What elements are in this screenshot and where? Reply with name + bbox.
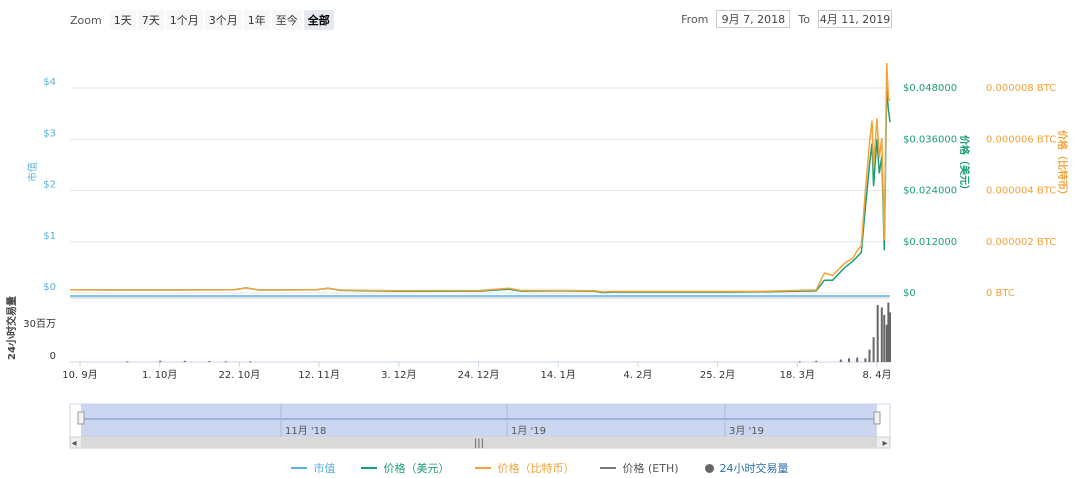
x-tick-label: 14. 1月 [540,369,575,381]
legend-swatch-price-usd [361,467,378,469]
y-tick-price-btc: 0 BTC [986,288,1015,299]
x-tick-label: 25. 2月 [700,369,735,381]
y-tick-price-usd: $0.036000 [903,134,957,145]
x-tick-label: 18. 3月 [780,369,815,381]
legend-swatch-market-cap [291,467,308,469]
legend-item-price-usd[interactable]: 价格（美元） [361,460,449,476]
y-tick-price-btc: 0.000006 BTC [986,134,1056,145]
volume-bar [848,358,850,362]
scrollbar-right-arrow-icon: ▸ [882,438,887,449]
series-layer [69,62,891,363]
y-tick-price-btc: 0.000004 BTC [986,186,1056,197]
x-tick-label: 3. 12月 [381,369,416,381]
y-tick-price-btc: 0.000002 BTC [986,237,1056,248]
navigator-handle [873,411,881,425]
y-tick-market-cap: $3 [43,128,56,139]
volume-bar [249,361,252,363]
y-axes: $0 $1 $2 $3 $4 $0 $0.012000 $0.024000 $0.036000 $… [23,77,1056,362]
x-tick-label: 10. 9月 [62,369,97,381]
navigator-handle [77,411,85,425]
volume-bar [880,307,883,362]
volume-bar [224,361,227,363]
volume-bar [889,312,891,362]
x-axis: 10. 9月 1. 10月 22. 10月 12. 11月 3. 12月 24. 12月 1… [62,362,892,381]
x-tick-label: 8. 4月 [862,369,891,381]
volume-bar [183,360,186,362]
volume-bar [868,349,871,362]
y-tick-volume: 0 [50,351,56,362]
y-axis-title-volume: 24小时交易量 [5,296,18,360]
legend-label-price-eth: 价格 (ETH) [622,462,679,475]
volume-bar [798,361,801,363]
volume-bar [883,314,886,362]
scrollbar-left-arrow-icon: ◂ [71,438,76,449]
legend-label-price-usd: 价格（美元） [383,462,450,475]
legend-item-price-btc[interactable]: 价格（比特币） [475,460,574,476]
grid-lines [70,87,890,363]
x-tick-label: 1. 10月 [142,369,177,381]
x-tick-label: 12. 11月 [298,369,340,381]
y-tick-price-btc: 0.000008 BTC [986,83,1056,94]
navigator-label: 3月 '19 [729,425,764,437]
volume-bar [872,337,875,362]
volume-bar [864,358,867,362]
legend-swatch-price-eth [600,467,617,469]
series-price-btc-line [69,62,891,293]
volume-bar [815,360,818,362]
price-chart: $0 $1 $2 $3 $4 $0 $0.012000 $0.024000 $0.036000 $… [5,62,1069,449]
volume-bar [208,361,211,363]
navigator-label: 1月 '19 [511,425,546,437]
y-tick-market-cap: $4 [43,77,56,88]
legend-label-price-btc: 价格（比特币） [497,462,575,475]
legend-item-price-eth[interactable]: 价格 (ETH) [600,460,679,476]
volume-bar [159,360,162,362]
y-tick-market-cap: $1 [43,231,56,242]
y-tick-price-usd: $0.048000 [903,83,957,94]
legend-label-market-cap: 市值 [313,462,336,475]
y-tick-price-usd: $0.024000 [903,186,957,197]
legend-swatch-volume [704,463,714,473]
y-axis-title-market-cap: 市值 [26,162,39,182]
x-tick-label: 4. 2月 [623,369,652,381]
navigator[interactable]: 11月 '18 1月 '19 3月 '19 ◂ ▸ ||| [69,403,891,449]
scrollbar-grip-icon: ||| [474,438,484,449]
volume-bar [856,357,859,362]
volume-bar [126,361,129,363]
y-tick-market-cap: $2 [43,180,56,191]
legend-item-volume[interactable]: 24小时交易量 [704,460,789,476]
volume-bar [876,304,879,362]
x-tick-label: 22. 10月 [218,369,260,381]
legend-label-volume: 24小时交易量 [719,462,789,475]
navigator-label: 11月 '18 [285,425,326,437]
legend: 市值 价格（美元） 价格（比特币） 价格 (ETH) 24小时交易量 [0,460,1080,476]
y-tick-price-usd: $0.012000 [903,237,957,248]
legend-swatch-price-btc [475,467,492,469]
legend-item-market-cap[interactable]: 市值 [291,460,335,476]
y-tick-market-cap: $0 [43,282,56,293]
volume-bar [839,359,842,362]
y-tick-price-usd: $0 [903,288,916,299]
x-tick-label: 24. 12月 [458,369,500,381]
y-axis-title-price-usd: 价格（美元） [958,135,971,195]
y-axis-title-price-btc: 价格（比特币） [1056,130,1069,200]
y-tick-volume: 30百万 [23,318,56,330]
